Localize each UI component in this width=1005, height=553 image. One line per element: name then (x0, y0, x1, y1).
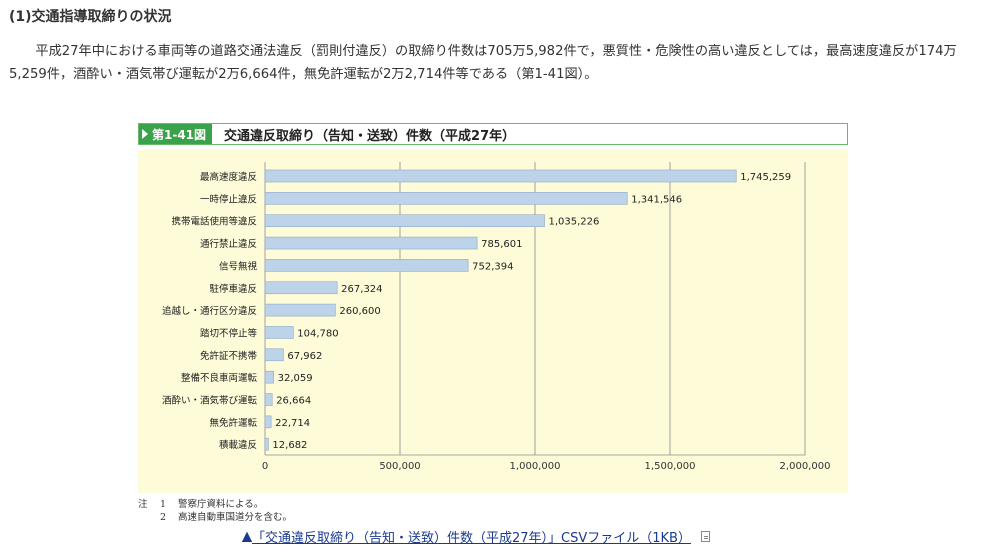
category-label: 踏切不停止等 (200, 327, 258, 339)
category-label: 最高速度違反 (200, 171, 257, 183)
figure-title-bar: 第1-41図 交通違反取締り（告知・送致）件数（平成27年） (138, 123, 848, 145)
data-label: 752,394 (472, 261, 513, 272)
bar (264, 259, 469, 272)
data-label: 104,780 (297, 328, 338, 339)
data-label: 67,962 (287, 351, 322, 362)
note-text: 高速自動車国道分を含む。 (178, 512, 293, 523)
category-label: 携帯電話使用等違反 (171, 216, 257, 228)
category-label: 駐停車違反 (209, 283, 257, 295)
figure-number: 第1-41図 (152, 127, 207, 142)
x-tick-label: 500,000 (379, 461, 420, 472)
category-label: 信号無視 (219, 260, 258, 272)
data-label: 267,324 (341, 284, 382, 295)
csv-link-text: 「交通違反取締り（告知・送致）件数（平成27年）」CSVファイル（1KB） (252, 531, 691, 546)
category-label: 整備不良車両運転 (181, 372, 258, 384)
data-label: 22,714 (275, 418, 310, 429)
category-label: 一時停止違反 (200, 193, 257, 205)
data-label: 12,682 (272, 440, 307, 451)
data-label: 26,664 (276, 396, 311, 407)
note-mark (138, 511, 160, 524)
bar (264, 348, 284, 362)
bar-chart: 0 500,000 1,000,000 1,500,000 2,000,000 最高速度違… (162, 162, 831, 472)
category-label: 積載違反 (219, 439, 257, 451)
x-tick-label: 1,000,000 (510, 461, 561, 472)
body-paragraph: 平成27年中における車両等の道路交通法違反（罰則付違反）の取締り件数は705万5… (9, 44, 957, 82)
data-label: 1,745,259 (740, 172, 791, 183)
bar (264, 370, 274, 384)
bar (264, 303, 336, 317)
category-label: 追越し・通行区分違反 (162, 305, 257, 317)
note-mark: 注 (138, 499, 148, 510)
bar (264, 281, 338, 295)
category-label: 通行禁止違反 (200, 238, 257, 250)
bar (264, 415, 272, 429)
note-number: 2 (160, 512, 167, 523)
note-row: 注 1 警察庁資料による。 (138, 498, 292, 511)
csv-download-link[interactable]: ▲ 「交通違反取締り（告知・送致）件数（平成27年）」CSVファイル（1KB） (242, 527, 710, 546)
data-label: 32,059 (278, 373, 313, 384)
figure-title: 交通違反取締り（告知・送致）件数（平成27年） (224, 128, 516, 144)
x-tick-label: 2,000,000 (780, 461, 831, 472)
category-label: 無免許運転 (209, 417, 257, 429)
bar (264, 393, 273, 406)
document-icon (700, 531, 710, 542)
notes: 注 1 警察庁資料による。 2 高速自動車国道分を含む。 (138, 498, 292, 524)
x-tick-label: 1,500,000 (645, 461, 696, 472)
note-number: 1 (160, 499, 167, 510)
data-label: 1,341,546 (631, 194, 682, 205)
triangle-up-icon: ▲ (242, 529, 252, 544)
figure-tag: 第1-41図 (139, 124, 213, 144)
note-row: 2 高速自動車国道分を含む。 (138, 511, 292, 524)
data-label: 1,035,226 (549, 217, 600, 228)
note-text: 警察庁資料による。 (178, 499, 264, 510)
chart-panel: 0 500,000 1,000,000 1,500,000 2,000,000 最高速度違… (138, 150, 848, 493)
bar (264, 437, 269, 451)
bar (264, 169, 737, 183)
bar (264, 236, 478, 250)
section-heading: (1)交通指導取締りの状況 (9, 9, 172, 25)
category-label: 免許証不携帯 (200, 350, 258, 362)
x-tick-label: 0 (262, 461, 268, 472)
bar (264, 326, 294, 339)
data-label: 260,600 (339, 306, 380, 317)
data-label: 785,601 (481, 239, 522, 250)
category-label: 酒酔い・酒気帯び運転 (162, 395, 258, 407)
bar (264, 214, 545, 227)
bar (264, 192, 628, 205)
triangle-right-icon (142, 129, 148, 139)
